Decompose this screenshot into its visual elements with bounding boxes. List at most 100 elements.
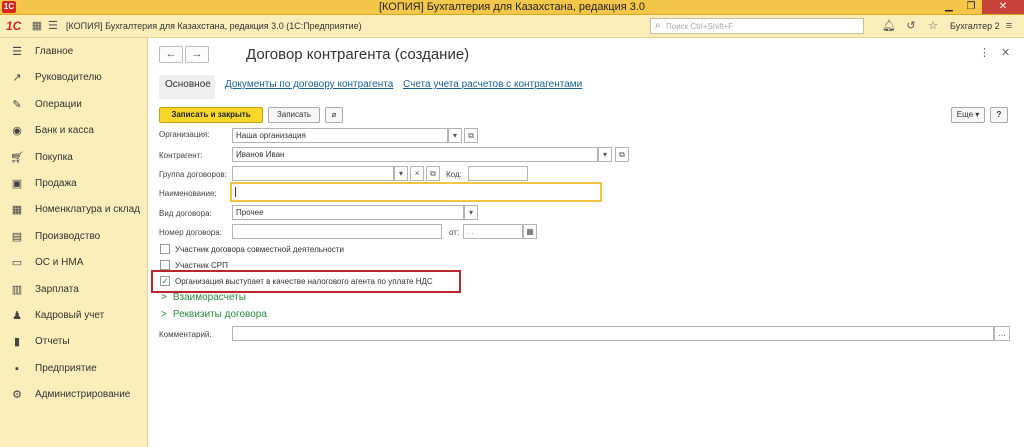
forward-button[interactable]: → [185, 46, 209, 63]
grid-menu-icon[interactable]: ▦ [30, 19, 44, 33]
sidebar-item-6[interactable]: ▦ Номенклатура и склад [0, 197, 148, 223]
organization-label: Организация: [159, 130, 210, 139]
history-icon[interactable]: ↺ [904, 19, 918, 33]
enterprise-icon: ▪ [15, 362, 19, 375]
code-field[interactable] [468, 166, 528, 181]
sidebar-item-7[interactable]: ▤ Производство [0, 224, 148, 250]
save-button[interactable]: Записать [268, 107, 320, 123]
bank-icon: ◉ [12, 125, 22, 138]
sidebar-item-8[interactable]: ▭ ОС и НМА [0, 250, 148, 276]
contract-group-clear-icon[interactable]: × [410, 166, 424, 181]
comment-expand-icon[interactable]: … [994, 326, 1010, 341]
organization-field[interactable]: Наша организация [232, 128, 448, 143]
help-button[interactable]: ? [990, 107, 1008, 123]
checkbox-srp-label: Участник СРП [175, 261, 228, 270]
salary-icon: ▥ [11, 283, 23, 296]
contract-group-label: Группа договоров: [159, 170, 227, 179]
sidebar-item-label: Операции [35, 98, 82, 110]
comment-field[interactable] [232, 326, 994, 341]
sidebar-item-label: Производство [35, 230, 101, 242]
people-icon: ♟ [12, 310, 22, 322]
search-icon: ⌕ [655, 20, 661, 31]
group-contract-details[interactable]: > Реквизиты договора [161, 309, 267, 320]
title-bar: 1С [КОПИЯ] Бухгалтерия для Казахстана, р… [0, 0, 1024, 15]
contract-group-dropdown-icon[interactable]: ▾ [394, 166, 408, 181]
sidebar-item-11[interactable]: ▮ Отчеты [0, 329, 148, 355]
notifications-icon[interactable]: 🔔︎ [882, 19, 896, 33]
sidebar-item-10[interactable]: ♟ Кадровый учет [0, 303, 148, 329]
attach-icon[interactable]: ⌀ [325, 107, 343, 123]
sidebar-item-label: Номенклатура и склад [35, 204, 140, 216]
sidebar-item-1[interactable]: ↗ Руководителю [0, 65, 148, 91]
back-button[interactable]: ← [159, 46, 183, 63]
contract-number-field[interactable] [232, 224, 442, 239]
tab-main[interactable]: Основное [159, 75, 215, 99]
sidebar-item-5[interactable]: ▣ Продажа [0, 171, 148, 197]
factory-icon: ▤ [11, 230, 23, 243]
name-label: Наименование: [159, 189, 217, 198]
date-label: от: [449, 228, 460, 237]
counterparty-field[interactable]: Иванов Иван [232, 147, 598, 162]
contract-number-label: Номер договора: [159, 228, 222, 237]
more-button[interactable]: Еще ▾ [951, 107, 985, 123]
chevron-right-icon: > [161, 292, 167, 303]
sidebar-item-3[interactable]: ◉ Банк и касса [0, 118, 148, 144]
favorites-icon[interactable]: ☆ [926, 19, 940, 33]
home-menu-icon[interactable]: ☰ [46, 19, 60, 33]
close-form-icon[interactable]: ✕ [1001, 46, 1010, 59]
page-title: Договор контрагента (создание) [246, 46, 470, 63]
more-actions-icon[interactable]: ⋮ [979, 46, 990, 59]
contract-type-dropdown-icon[interactable]: ▾ [464, 205, 478, 220]
sidebar-item-label: Администрирование [35, 389, 131, 401]
minimize-icon[interactable]: ▁ [938, 0, 960, 14]
counterparty-label: Контрагент: [159, 151, 203, 160]
text-cursor [235, 187, 236, 197]
checkbox-tax-agent-vat[interactable]: ✓ [160, 276, 170, 286]
code-label: Код: [446, 170, 462, 179]
logo-1c: 1С [6, 19, 22, 33]
save-and-close-button[interactable]: Записать и закрыть [159, 107, 263, 123]
cart-icon: 🛒︎ [10, 151, 24, 164]
checkbox-srp[interactable] [160, 260, 170, 270]
checkbox-tax-agent-vat-label: Организация выступает в качестве налогов… [175, 277, 433, 286]
bag-icon: ▣ [11, 178, 23, 190]
sidebar-item-label: Отчеты [35, 336, 70, 348]
sidebar-item-12[interactable]: ▪ Предприятие [0, 356, 148, 382]
contract-group-field[interactable] [232, 166, 394, 181]
app-toolbar: 1С ▦ ☰ [КОПИЯ] Бухгалтерия для Казахстан… [0, 15, 1024, 38]
organization-open-icon[interactable]: ⧉ [464, 128, 478, 143]
operations-icon: ✎ [12, 98, 22, 111]
sidebar-item-label: Предприятие [35, 362, 97, 374]
sidebar-item-13[interactable]: ⚙ Администрирование [0, 382, 148, 408]
counterparty-dropdown-icon[interactable]: ▾ [598, 147, 612, 162]
tab-contract-documents[interactable]: Документы по договору контрагента [225, 75, 393, 99]
name-field[interactable] [230, 182, 602, 202]
contract-group-open-icon[interactable]: ⧉ [426, 166, 440, 181]
counterparty-open-icon[interactable]: ⧉ [615, 147, 629, 162]
tab-settlement-accounts[interactable]: Счета учета расчетов с контрагентами [403, 75, 582, 99]
sidebar-item-label: Банк и касса [35, 125, 94, 137]
truck-icon: ▭ [11, 257, 23, 270]
sidebar-item-2[interactable]: ✎ Операции [0, 92, 148, 118]
close-window-icon[interactable]: ✕ [982, 0, 1024, 14]
sidebar-item-0[interactable]: ☰ Главное [0, 39, 148, 65]
checkbox-joint-activity[interactable] [160, 244, 170, 254]
organization-dropdown-icon[interactable]: ▾ [448, 128, 462, 143]
database-title: [КОПИЯ] Бухгалтерия для Казахстана, реда… [66, 21, 362, 31]
restore-icon[interactable]: ❐ [960, 0, 982, 14]
chevron-right-icon: > [161, 309, 167, 320]
sidebar-item-4[interactable]: 🛒︎ Покупка [0, 145, 148, 171]
date-field[interactable]: . . [463, 224, 523, 239]
user-name[interactable]: Бухгалтер 2 [950, 21, 1000, 31]
search-input[interactable]: ⌕ Поиск Ctrl+Shift+F [650, 18, 864, 34]
calendar-icon[interactable]: ▦ [523, 224, 537, 239]
settings-menu-icon[interactable]: ≡ [1002, 19, 1016, 33]
chart-icon: ↗ [12, 72, 22, 85]
sidebar-item-label: Продажа [35, 178, 77, 189]
sidebar-item-9[interactable]: ▥ Зарплата [0, 277, 148, 303]
sidebar-item-label: Кадровый учет [35, 310, 105, 321]
form-area: ← → Договор контрагента (создание) ⋮ ✕ О… [149, 38, 1024, 447]
group-settlements[interactable]: > Взаиморасчеты [161, 292, 246, 303]
sidebar: ☰ Главное ↗ Руководителю ✎ Операции ◉ Банк и ка… [0, 38, 148, 447]
contract-type-select[interactable]: Прочее [232, 205, 464, 220]
